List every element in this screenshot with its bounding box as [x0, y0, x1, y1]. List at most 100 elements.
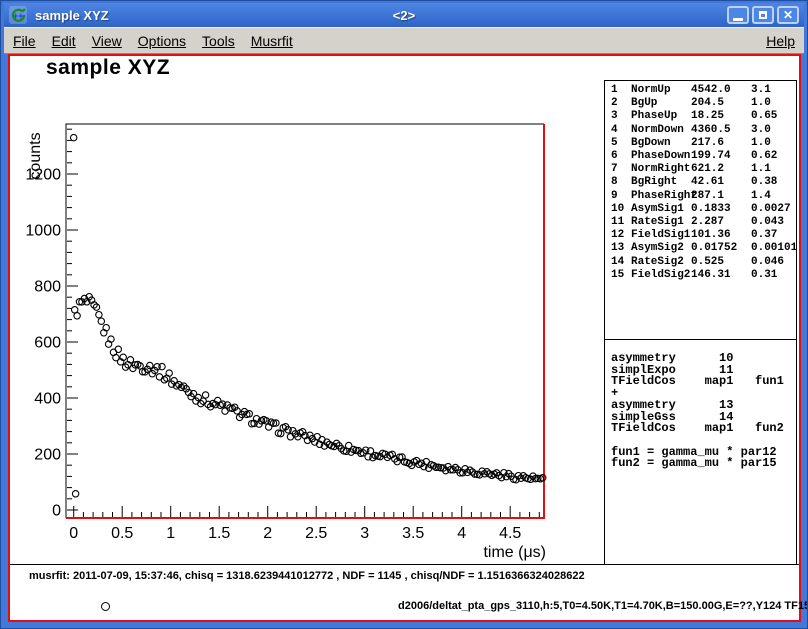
menu-label: File: [13, 33, 36, 49]
param-no: 7: [611, 163, 618, 176]
param-no: 12: [611, 229, 624, 242]
svg-text:4: 4: [457, 525, 466, 542]
app-icon: ++: [9, 6, 27, 24]
param-val: 146.31: [691, 269, 731, 282]
param-err: 1.1: [751, 163, 771, 176]
svg-text:600: 600: [34, 335, 61, 352]
legend-marker-circle-icon: [101, 602, 110, 611]
menubar: File Edit View Options Tools Musrfit Help: [4, 27, 804, 54]
param-row-phasedown: 6 PhaseDown199.74 0.62: [605, 150, 796, 163]
param-name: AsymSig1: [631, 203, 684, 216]
param-no: 5: [611, 137, 618, 150]
app-window: ++ sample XYZ <2> ✕ File Edit View Options T…: [0, 0, 808, 629]
menu-label: Options: [138, 33, 186, 49]
param-no: 14: [611, 256, 624, 269]
param-err: 0.37: [751, 229, 777, 242]
param-val: 0.1833: [691, 203, 731, 216]
maximize-button[interactable]: [752, 6, 774, 24]
axes: [66, 124, 544, 518]
param-name: FieldSig1: [631, 229, 690, 242]
menu-item-help[interactable]: Help: [766, 33, 795, 49]
param-err: 0.65: [751, 110, 777, 123]
minimize-button[interactable]: [727, 6, 749, 24]
window-id-label: <2>: [4, 8, 804, 23]
root-canvas[interactable]: sample XYZ 02004006008001000120000.511.5…: [8, 54, 801, 622]
param-name: PhaseDown: [631, 150, 690, 163]
menu-item-musrfit[interactable]: Musrfit: [251, 33, 293, 49]
svg-text:800: 800: [34, 279, 61, 296]
param-row-phaseright: 9 PhaseRight287.1 1.4: [605, 190, 796, 203]
plot-canvas[interactable]: 02004006008001000120000.511.522.533.544.…: [10, 56, 575, 562]
param-val: 42.61: [691, 176, 724, 189]
param-row-asymsig1: 10AsymSig10.18330.0027: [605, 203, 796, 216]
menu-label: Tools: [202, 33, 235, 49]
close-button[interactable]: ✕: [777, 6, 799, 24]
svg-text:1000: 1000: [25, 223, 61, 240]
parameter-list: 1NormUp4542.03.1 2BgUp204.51.0 3PhaseUp1…: [605, 84, 796, 282]
param-err: 0.38: [751, 176, 777, 189]
svg-text:++: ++: [13, 11, 24, 21]
param-row-fieldsig1: 12 FieldSig1101.36 0.37: [605, 229, 796, 242]
param-val: 204.5: [691, 97, 724, 110]
param-name: PhaseRight: [631, 190, 697, 203]
param-err: 0.62: [751, 150, 777, 163]
param-name: BgRight: [631, 176, 677, 189]
titlebar[interactable]: ++ sample XYZ <2> ✕: [4, 3, 804, 27]
param-val: 101.36: [691, 229, 731, 242]
param-no: 9: [611, 190, 618, 203]
param-err: 0.00101: [751, 242, 797, 255]
menu-item-file[interactable]: File: [13, 33, 36, 49]
param-row-asymsig2: 13AsymSig20.017520.00101: [605, 242, 796, 255]
param-no: 2: [611, 97, 618, 110]
param-val: 199.74: [691, 150, 731, 163]
param-name: BgDown: [631, 137, 671, 150]
param-val: 0.525: [691, 256, 724, 269]
param-row-normdown: 4NormDown4360.53.0: [605, 124, 796, 137]
param-name: FieldSig2: [631, 269, 690, 282]
param-no: 6: [611, 150, 618, 163]
param-row-bgdown: 5BgDown217.61.0: [605, 137, 796, 150]
param-row-ratesig2: 14RateSig20.5250.046: [605, 256, 796, 269]
maximize-icon: [759, 11, 767, 19]
param-no: 13: [611, 242, 624, 255]
svg-text:0: 0: [52, 503, 61, 520]
param-row-normright: 7NormRight621.21.1: [605, 163, 796, 176]
param-name: PhaseUp: [631, 110, 677, 123]
param-row-normup: 1NormUp4542.03.1: [605, 84, 796, 97]
menu-item-view[interactable]: View: [92, 33, 122, 49]
param-name: BgUp: [631, 97, 657, 110]
svg-text:3.5: 3.5: [402, 525, 424, 542]
svg-text:0: 0: [69, 525, 78, 542]
menu-item-tools[interactable]: Tools: [202, 33, 235, 49]
menu-label: Edit: [52, 33, 76, 49]
param-val: 2.287: [691, 216, 724, 229]
param-row-bgup: 2BgUp204.51.0: [605, 97, 796, 110]
menu-label: View: [92, 33, 122, 49]
theory-text: asymmetry 10 simplExpo 11 TFieldCos map1…: [611, 353, 784, 470]
svg-text:2.5: 2.5: [305, 525, 327, 542]
param-row-ratesig1: 11RateSig12.2870.043: [605, 216, 796, 229]
param-row-phaseup: 3PhaseUp18.250.65: [605, 110, 796, 123]
x-axis-title: time (μs): [483, 544, 546, 561]
svg-text:2: 2: [263, 525, 272, 542]
close-icon: ✕: [783, 9, 793, 21]
param-no: 15: [611, 269, 624, 282]
param-err: 0.0027: [751, 203, 791, 216]
param-no: 1: [611, 84, 618, 97]
menu-item-edit[interactable]: Edit: [52, 33, 76, 49]
minimize-icon: [733, 18, 743, 21]
svg-text:200: 200: [34, 447, 61, 464]
param-name: RateSig1: [631, 216, 684, 229]
param-err: 1.4: [751, 190, 771, 203]
param-err: 0.31: [751, 269, 777, 282]
svg-text:3: 3: [360, 525, 369, 542]
legend-run-text: d2006/deltat_pta_gps_3110,h:5,T0=4.50K,T…: [398, 600, 808, 612]
param-err: 3.0: [751, 124, 771, 137]
param-no: 3: [611, 110, 618, 123]
param-name: RateSig2: [631, 256, 684, 269]
param-val: 217.6: [691, 137, 724, 150]
param-val: 4360.5: [691, 124, 731, 137]
menu-item-options[interactable]: Options: [138, 33, 186, 49]
param-val: 287.1: [691, 190, 724, 203]
param-no: 4: [611, 124, 618, 137]
